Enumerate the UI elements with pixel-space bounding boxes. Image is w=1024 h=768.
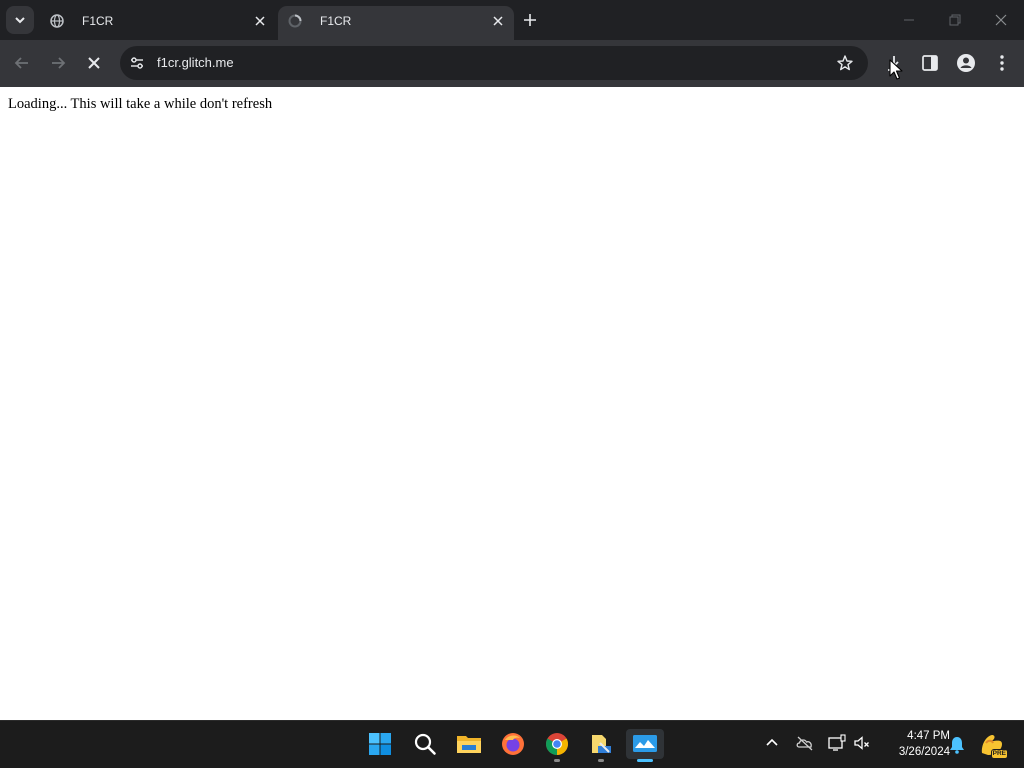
clock-time: 4:47 PM xyxy=(907,730,950,742)
profile-avatar-icon[interactable] xyxy=(955,52,977,74)
firefox-icon xyxy=(502,733,524,755)
file-explorer-button[interactable] xyxy=(454,729,484,759)
chevron-up-icon[interactable] xyxy=(762,733,782,753)
tab-strip: F1CR F1CR xyxy=(0,0,1024,40)
site-settings-icon[interactable] xyxy=(129,55,145,71)
close-icon[interactable] xyxy=(254,15,266,27)
bookmark-star-icon[interactable] xyxy=(836,54,854,72)
globe-icon xyxy=(50,14,64,28)
volume-muted-icon[interactable] xyxy=(852,733,872,753)
side-panel-icon[interactable] xyxy=(919,52,941,74)
network-icon[interactable] xyxy=(827,733,847,753)
tab-f1cr-2-active[interactable]: F1CR xyxy=(278,6,514,40)
file-explorer-icon xyxy=(457,736,481,753)
minimize-icon[interactable] xyxy=(899,10,919,30)
tab-f1cr-1[interactable]: F1CR xyxy=(40,6,276,40)
forward-arrow-icon[interactable] xyxy=(47,52,69,74)
notepad-button[interactable] xyxy=(586,729,616,762)
taskbar-search-button[interactable] xyxy=(410,729,440,759)
clock-date: 3/26/2024 xyxy=(898,746,950,758)
copilot-preview-button[interactable]: PRE xyxy=(978,731,1008,759)
screen-recorder-button[interactable] xyxy=(626,729,664,762)
search-icon xyxy=(414,733,436,755)
chrome-button[interactable] xyxy=(542,729,572,762)
tab-title: F1CR xyxy=(82,14,114,28)
windows-start-icon xyxy=(369,733,391,755)
restore-icon[interactable] xyxy=(945,10,965,30)
address-bar[interactable]: f1cr.glitch.me xyxy=(120,46,868,80)
notification-bell-icon[interactable] xyxy=(947,735,967,755)
preview-badge: PRE xyxy=(990,749,1008,759)
onedrive-offline-icon[interactable] xyxy=(795,733,815,753)
close-window-icon[interactable] xyxy=(991,10,1011,30)
active-indicator xyxy=(637,759,653,762)
url-text[interactable]: f1cr.glitch.me xyxy=(157,46,234,80)
tab-title: F1CR xyxy=(320,14,352,28)
running-indicator xyxy=(554,759,560,762)
windows-taskbar: 4:47 PM 3/26/2024 PRE xyxy=(0,720,1024,768)
loading-icon xyxy=(288,14,302,28)
tab-search-button[interactable] xyxy=(6,6,34,34)
new-tab-icon[interactable] xyxy=(520,10,540,30)
back-arrow-icon[interactable] xyxy=(11,52,33,74)
running-indicator xyxy=(598,759,604,762)
chevron-down-icon xyxy=(15,17,25,24)
system-clock[interactable]: 4:47 PM 3/26/2024 xyxy=(876,728,950,760)
chrome-icon xyxy=(546,733,568,755)
browser-toolbar: f1cr.glitch.me xyxy=(0,40,1024,87)
notepad-icon xyxy=(592,735,611,753)
start-button[interactable] xyxy=(365,729,395,759)
page-content: Loading... This will take a while don't … xyxy=(0,87,1024,720)
firefox-button[interactable] xyxy=(498,729,528,759)
stop-loading-icon[interactable] xyxy=(83,52,105,74)
screen-recorder-icon xyxy=(633,735,657,752)
loading-message: Loading... This will take a while don't … xyxy=(8,96,273,112)
mouse-cursor-icon xyxy=(889,59,903,80)
close-icon[interactable] xyxy=(492,15,504,27)
kebab-menu-icon[interactable] xyxy=(991,52,1013,74)
